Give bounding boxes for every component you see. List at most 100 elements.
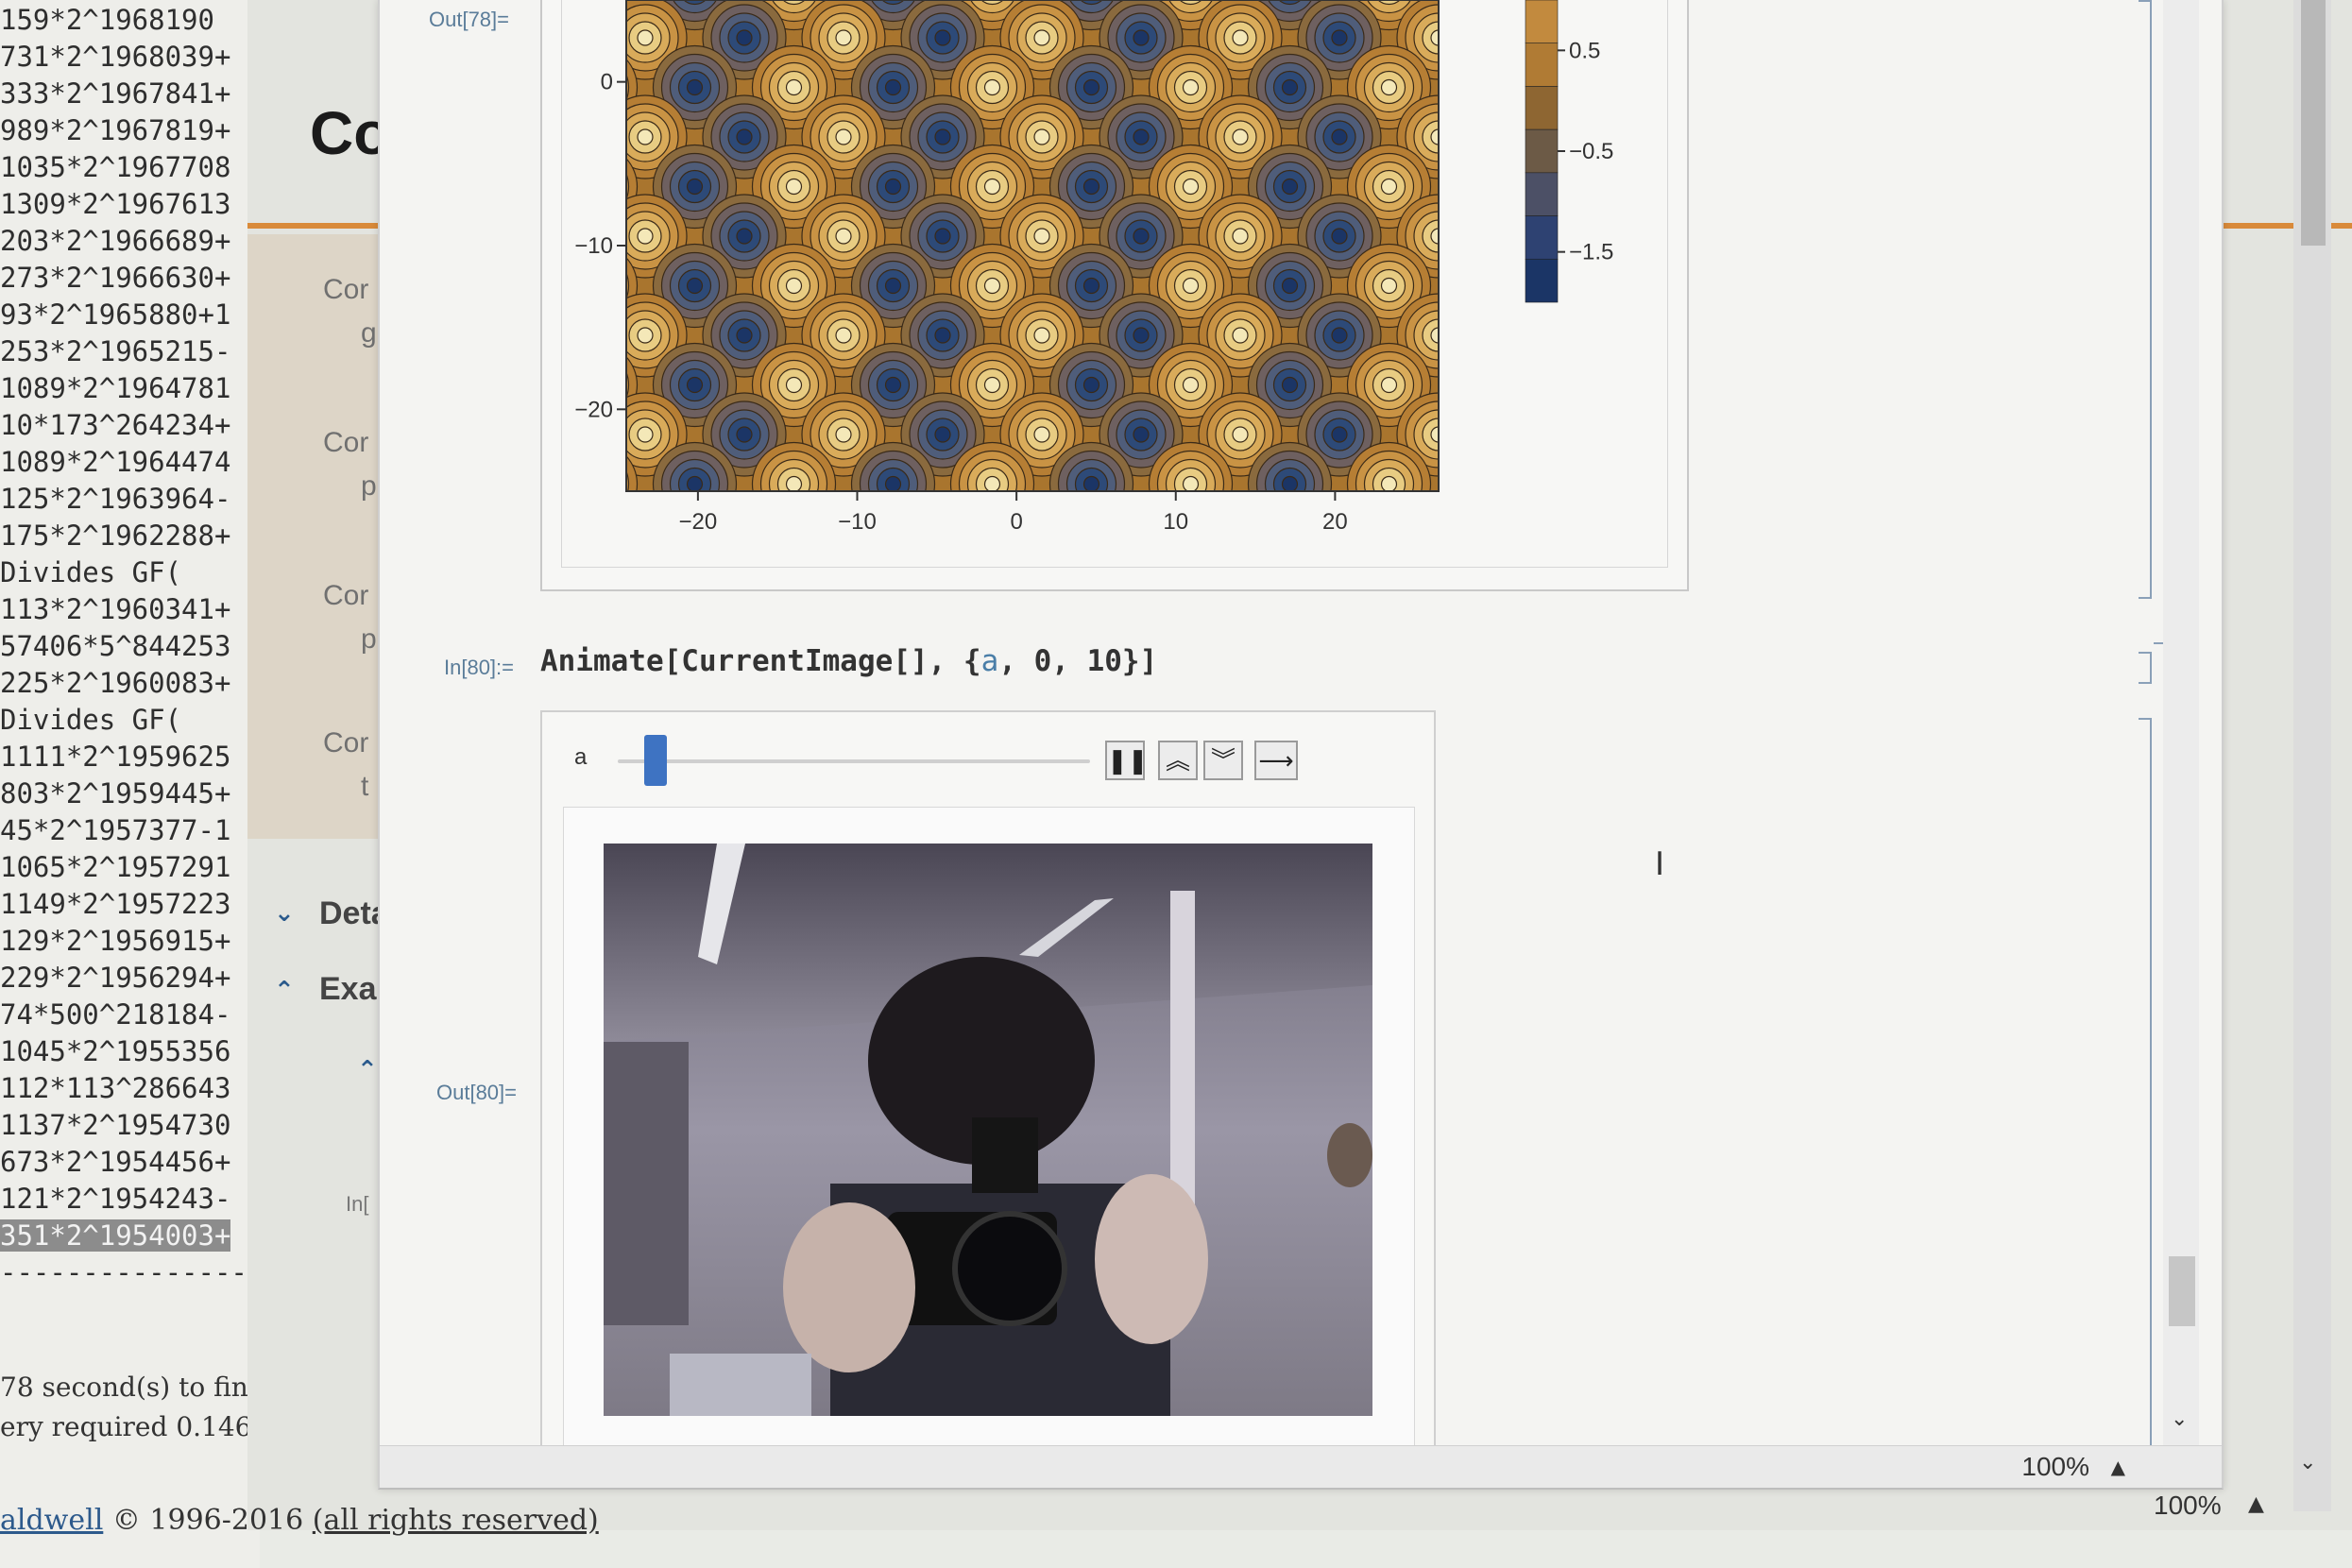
input-cell-code[interactable]: Animate[CurrentImage[], {a, 0, 10}]: [540, 644, 1157, 678]
contour-trough: [927, 518, 959, 550]
contour-peak: [983, 475, 1001, 491]
contour-trough: [934, 128, 951, 145]
terminal-line: Divides GF(: [0, 704, 182, 736]
terminal-line: 74*500^218184-: [0, 998, 231, 1031]
terminal-line: 229*2^1956294+: [0, 962, 231, 994]
browser-scrollbar[interactable]: ⌄: [2293, 0, 2331, 1511]
contour-trough: [884, 277, 902, 295]
contour-trough: [934, 29, 951, 46]
contour-peak: [571, 162, 621, 212]
faster-button[interactable]: ︽: [1158, 741, 1198, 780]
direction-button[interactable]: ⟶: [1254, 741, 1298, 780]
in80-label: In[80]:=: [444, 656, 515, 679]
contour-peak: [1380, 277, 1398, 295]
contour-trough: [1447, 0, 1530, 30]
chevron-up-icon[interactable]: ⌃: [274, 977, 295, 1005]
contour-trough: [736, 228, 753, 245]
animation-slider-track[interactable]: [618, 759, 1090, 763]
contour-peak: [1033, 327, 1050, 344]
contour-peak: [580, 0, 612, 5]
contour-peak: [1233, 526, 1248, 541]
contour-peak: [1232, 327, 1249, 344]
contour-trough: [935, 526, 950, 541]
contour-peak: [983, 178, 1001, 196]
contour-peak: [1572, 72, 1604, 104]
contour-trough: [1281, 376, 1299, 394]
code-suffix: , 0, 10}]: [998, 644, 1158, 678]
contour-peak: [1555, 452, 1621, 518]
contour-trough: [910, 501, 976, 567]
terminal-line: 1137*2^1954730: [0, 1109, 231, 1141]
legend-band: [1525, 215, 1559, 260]
legend-band: [1525, 258, 1559, 303]
slower-button[interactable]: ︾: [1203, 741, 1243, 780]
camera-flash: [972, 1117, 1038, 1193]
terminal-line: 1035*2^1967708: [0, 151, 231, 183]
contour-peak: [1414, 509, 1463, 558]
terminal-line: 203*2^1966689+: [0, 225, 231, 257]
contour-trough: [934, 228, 951, 245]
contour-peak: [629, 518, 661, 550]
chevron-down-icon[interactable]: ⌄: [274, 899, 295, 928]
contour-peak: [571, 0, 621, 13]
contour-peak: [588, 279, 604, 294]
contour-trough: [1125, 518, 1157, 550]
contour-trough: [1530, 427, 1545, 442]
contour-trough: [1116, 509, 1166, 558]
contour-trough: [884, 178, 902, 196]
terminal-line: 113*2^1960341+: [0, 593, 231, 625]
contour-trough: [720, 509, 769, 558]
pause-icon: ❚❚: [1107, 747, 1149, 775]
cell-bracket-out80[interactable]: [2139, 718, 2152, 1458]
contour-peak: [983, 376, 1001, 394]
contour-peak: [637, 327, 654, 344]
examples-section-toggle[interactable]: Exa: [319, 971, 377, 1008]
notebook-zoom-level[interactable]: 100%: [2021, 1452, 2089, 1482]
terminal-line: 1309*2^1967613: [0, 188, 231, 220]
chevron-up-icon-small[interactable]: ⌃: [357, 1056, 378, 1084]
contour-peak: [1380, 376, 1398, 394]
chevron-down-icon[interactable]: ⌄: [2171, 1407, 2188, 1431]
contour-trough: [1456, 154, 1522, 220]
pause-button[interactable]: ❚❚: [1105, 741, 1149, 780]
contour-trough: [728, 518, 760, 550]
contour-trough: [1082, 78, 1100, 96]
browser-zoom-level[interactable]: 100%: [2154, 1491, 2222, 1521]
browser-scrollbar-thumb[interactable]: [2301, 0, 2326, 246]
contour-trough: [562, 501, 579, 567]
contour-peak: [1423, 518, 1455, 550]
terminal-line: ---------------: [0, 1256, 247, 1288]
contour-trough: [1496, 492, 1579, 567]
contour-peak: [626, 469, 630, 491]
zoom-up-icon[interactable]: ▲: [2248, 1492, 2264, 1516]
left-hand: [783, 1202, 915, 1372]
contour-trough: [1464, 262, 1513, 311]
contour-trough: [1481, 179, 1496, 195]
contour-peak: [626, 0, 627, 3]
contour-trough: [1133, 228, 1150, 245]
contour-peak: [1555, 55, 1621, 121]
contour-trough: [884, 78, 902, 96]
contour-peak: [604, 492, 687, 567]
terminal-line: 731*2^1968039+: [0, 41, 231, 73]
cell-bracket-in80[interactable]: [2139, 652, 2152, 684]
contour-peak: [588, 179, 604, 195]
contour-peak: [785, 376, 803, 394]
contour-trough: [1447, 344, 1530, 427]
zoom-up-icon[interactable]: ▲: [2111, 1456, 2125, 1478]
chevron-down-icon[interactable]: ⌄: [2299, 1451, 2316, 1474]
notebook-scrollbar-thumb[interactable]: [2169, 1256, 2195, 1326]
arrow-right-icon: ⟶: [1258, 747, 1294, 775]
y-tick-label: 0: [601, 70, 613, 95]
cell-bracket-out78[interactable]: [2139, 0, 2152, 599]
contour-trough: [1456, 55, 1522, 121]
contour-trough: [736, 327, 753, 344]
notebook-scrollbar[interactable]: ⌄: [2163, 0, 2199, 1455]
animation-slider-thumb[interactable]: [644, 735, 667, 786]
contour-peak: [1572, 171, 1604, 203]
contour-trough: [1331, 327, 1348, 344]
author-link[interactable]: aldwell: [0, 1504, 103, 1537]
contour-trough: [1082, 475, 1100, 491]
mathematica-notebook: Out[78]= −20 −10 0 10 20 0 −10 −20 0.5 −0.5 −1.5 I…: [378, 0, 2224, 1490]
contour-peak: [1563, 262, 1612, 311]
